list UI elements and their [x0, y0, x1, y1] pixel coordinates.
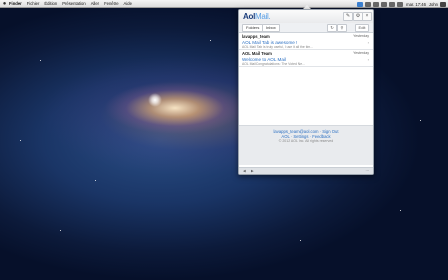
refresh-icon[interactable]: ↻ — [327, 24, 337, 32]
clock[interactable]: mar. 17:46 — [406, 2, 426, 7]
wifi-icon[interactable] — [381, 1, 388, 7]
star — [20, 140, 21, 141]
menu-aide[interactable]: Aide — [124, 1, 132, 6]
copyright: © 2012 AOL Inc. All rights reserved — [278, 139, 334, 143]
tab-folders[interactable]: Folders — [242, 24, 264, 32]
star — [60, 230, 61, 231]
star — [95, 180, 96, 181]
star — [300, 240, 301, 241]
message-preview: AOL Mail Tab is truly useful, I use it a… — [242, 44, 314, 49]
spotlight-icon[interactable] — [440, 1, 446, 7]
star — [40, 60, 41, 61]
menu-presentation[interactable]: Présentation — [62, 1, 86, 6]
user-name[interactable]: John — [429, 2, 438, 7]
volume-icon[interactable] — [389, 1, 396, 7]
status-area: mar. 17:46 John — [355, 0, 446, 8]
tab-inbox[interactable]: Inbox — [262, 24, 280, 32]
panel-tabs: Folders Inbox ↻ ⚲ Edit — [239, 23, 373, 33]
close-icon[interactable]: × — [362, 12, 372, 21]
aol-mail-popover: AolMail. ✎ ⚙ × Folders Inbox ↻ ⚲ Edit la… — [238, 9, 374, 175]
compose-icon[interactable]: ✎ — [343, 12, 353, 21]
message-row[interactable]: AOL Mail Team Yesterday Welcome to AOL M… — [239, 50, 373, 67]
message-date: Yesterday — [353, 51, 369, 55]
bright-star — [148, 93, 162, 107]
aol-mail-menubar-icon[interactable] — [357, 1, 364, 7]
menu-fichier[interactable]: Fichier — [27, 1, 40, 6]
message-preview: AOL MailCongratulations: The Voted Ne... — [242, 61, 305, 66]
message-list-empty-area — [239, 67, 373, 125]
menu-finder[interactable]: Finder — [9, 1, 22, 6]
edit-button[interactable]: Edit — [355, 24, 369, 32]
message-sender: AOL Mail Team — [242, 51, 272, 56]
resize-handle-icon[interactable]: ⋯ — [366, 169, 370, 173]
star — [210, 40, 211, 41]
search-icon[interactable]: ⚲ — [337, 24, 347, 32]
menu-aller[interactable]: Aller — [91, 1, 99, 6]
chevron-right-icon: › — [367, 40, 369, 45]
time-machine-icon[interactable] — [365, 1, 372, 7]
menu-fenetre[interactable]: Fenêtre — [104, 1, 118, 6]
message-row[interactable]: lavapps_team Yesterday AOL Mail Tab is a… — [239, 33, 373, 50]
panel-footer: lavapps_team@aol.com · Sign Out AOL · Se… — [239, 125, 373, 165]
menu-edition[interactable]: Édition — [44, 1, 57, 6]
forward-icon[interactable]: ▶ — [251, 169, 254, 173]
apple-menu-icon[interactable]: ● — [0, 1, 9, 7]
chevron-right-icon: › — [367, 57, 369, 62]
panel-bottom-bar: ◀ ▶ ⋯ — [239, 167, 373, 174]
aol-mail-logo: AolMail. — [243, 12, 271, 21]
logo-brand: Aol — [243, 12, 255, 21]
star — [420, 120, 421, 121]
battery-icon[interactable] — [397, 1, 404, 7]
menu-bar: ● Finder Fichier Édition Présentation Al… — [0, 0, 448, 8]
logo-suffix: Mail. — [255, 12, 271, 21]
bluetooth-icon[interactable] — [373, 1, 380, 7]
message-date: Yesterday — [353, 34, 369, 38]
star — [400, 210, 401, 211]
desktop-wallpaper — [0, 0, 448, 280]
back-icon[interactable]: ◀ — [243, 169, 246, 173]
message-sender: lavapps_team — [242, 34, 270, 39]
panel-header: AolMail. ✎ ⚙ × — [239, 10, 373, 23]
